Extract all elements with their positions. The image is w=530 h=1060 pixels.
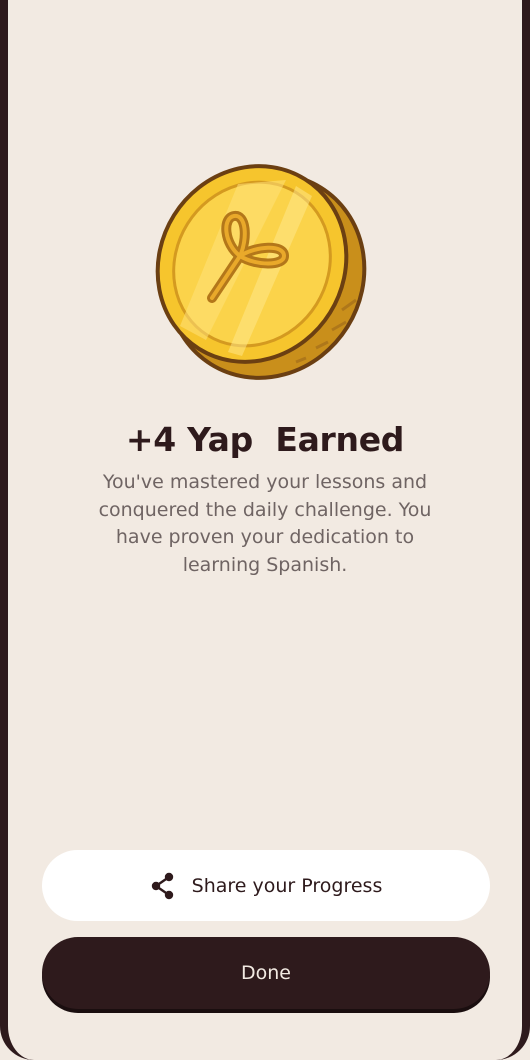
share-progress-label: Share your Progress: [191, 874, 383, 897]
done-label: Done: [241, 962, 291, 984]
yap-coin-icon: [155, 164, 367, 380]
reward-message: You've mastered your lessons and conquer…: [98, 471, 432, 576]
share-icon: [151, 872, 173, 899]
reward-title: +4 Yap Earned: [125, 420, 405, 459]
done-button[interactable]: Done: [42, 937, 490, 1009]
share-progress-button[interactable]: Share your Progress: [42, 850, 490, 921]
